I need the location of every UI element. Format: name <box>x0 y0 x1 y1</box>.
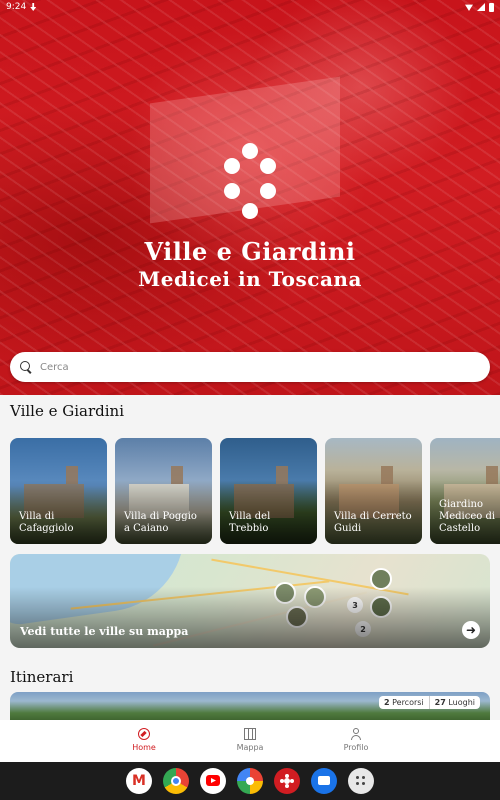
hero-banner: Ville e Giardini Medicei in Toscana <box>0 0 500 395</box>
itinerari-section-title: Itinerari <box>10 668 74 686</box>
youtube-icon[interactable] <box>200 768 226 794</box>
hero-title-line1: Ville e Giardini <box>144 237 356 266</box>
villa-card-poggio-a-caiano[interactable]: Villa di Poggio a Caiano <box>115 438 212 544</box>
map-icon <box>244 728 256 740</box>
chrome-icon[interactable] <box>163 768 189 794</box>
bottom-navigation: Home Mappa Profilo <box>0 720 500 762</box>
nav-item-label: Mappa <box>236 743 264 752</box>
search-icon <box>20 361 32 373</box>
messages-icon[interactable] <box>311 768 337 794</box>
search-bar[interactable] <box>10 352 490 382</box>
search-input[interactable] <box>40 361 460 373</box>
map-card[interactable]: 3 2 Vedi tutte le ville su mappa ➜ <box>10 554 490 648</box>
nav-item-label: Profilo <box>343 743 369 752</box>
status-bar: 9:24 <box>0 0 500 14</box>
map-card-label: Vedi tutte le ville su mappa <box>20 625 189 638</box>
itinerary-stats-badge: 2 Percorsi 27 Luoghi <box>378 696 480 709</box>
status-time: 9:24 <box>6 2 27 12</box>
luoghi-label: Luoghi <box>448 698 475 707</box>
compass-icon <box>138 728 150 740</box>
villa-card-trebbio[interactable]: Villa del Trebbio <box>220 438 317 544</box>
nav-item-label: Home <box>132 743 156 752</box>
download-icon <box>30 3 37 11</box>
nav-item-mappa[interactable]: Mappa <box>217 728 283 762</box>
gmail-icon[interactable] <box>126 768 152 794</box>
app-dock <box>0 762 500 800</box>
villa-card-name: Villa di Poggio a Caiano <box>124 511 197 534</box>
user-icon <box>350 728 362 740</box>
villa-card-name: Giardino Mediceo di Castello <box>439 499 496 534</box>
signal-icon <box>477 3 485 11</box>
arrow-right-icon[interactable]: ➜ <box>462 621 480 639</box>
villas-section-title: Ville e Giardini <box>10 402 125 420</box>
nav-item-profilo[interactable]: Profilo <box>323 728 389 762</box>
hero-title: Ville e Giardini Medicei in Toscana <box>0 238 500 292</box>
percorsi-label: Percorsi <box>392 698 424 707</box>
villas-app-icon[interactable] <box>274 768 300 794</box>
nav-item-home[interactable]: Home <box>111 728 177 762</box>
wifi-icon <box>465 4 473 11</box>
villa-card-cafaggiolo[interactable]: Villa di Cafaggiolo <box>10 438 107 544</box>
villa-card-name: Villa di Cafaggiolo <box>19 511 74 534</box>
luoghi-count: 27 <box>434 698 446 707</box>
apps-icon[interactable] <box>348 768 374 794</box>
villas-carousel[interactable]: Villa di Cafaggiolo Villa di Poggio a Ca… <box>10 438 500 544</box>
medici-balls-icon <box>222 143 278 219</box>
villa-card-name: Villa di Cerreto Guidi <box>334 511 412 534</box>
villa-card-name: Villa del Trebbio <box>229 511 271 534</box>
battery-icon <box>489 2 494 12</box>
percorsi-count: 2 <box>383 698 390 707</box>
itinerary-card[interactable]: 2 Percorsi 27 Luoghi <box>10 692 490 722</box>
villa-card-castello[interactable]: Giardino Mediceo di Castello <box>430 438 500 544</box>
villa-card-cerreto-guidi[interactable]: Villa di Cerreto Guidi <box>325 438 422 544</box>
hero-title-line2: Medicei in Toscana <box>138 267 362 291</box>
photos-icon[interactable] <box>237 768 263 794</box>
